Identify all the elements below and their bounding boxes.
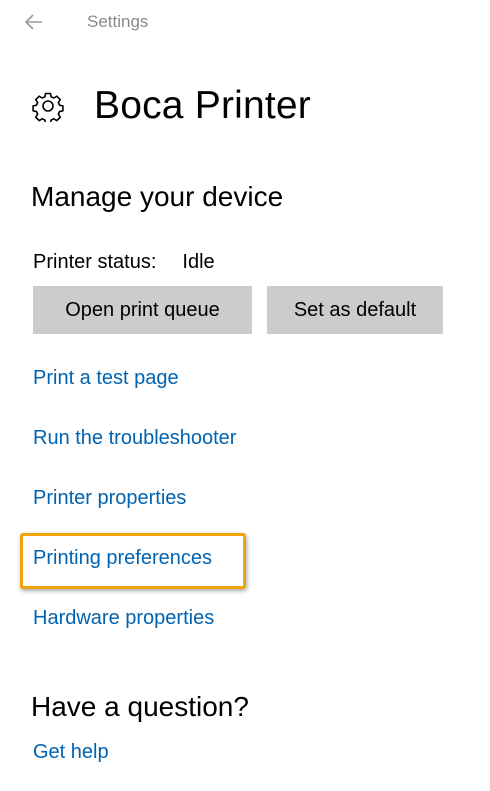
page-header: Boca Printer (31, 80, 311, 132)
title-bar: Settings (0, 0, 490, 44)
printer-properties-link[interactable]: Printer properties (33, 487, 186, 510)
printer-status-row: Printer status: Idle (33, 251, 215, 274)
printer-status-label: Printer status: (33, 251, 157, 273)
back-button[interactable] (20, 8, 48, 36)
get-help-link[interactable]: Get help (33, 741, 109, 764)
print-test-page-link[interactable]: Print a test page (33, 367, 179, 390)
run-troubleshooter-link[interactable]: Run the troubleshooter (33, 427, 236, 450)
manage-device-heading: Manage your device (31, 181, 284, 212)
open-print-queue-button[interactable]: Open print queue (33, 286, 252, 334)
page-title: Boca Printer (94, 84, 311, 127)
printer-status-value: Idle (182, 251, 215, 273)
set-as-default-button[interactable]: Set as default (267, 286, 443, 334)
hardware-properties-link[interactable]: Hardware properties (33, 607, 214, 630)
gear-icon (31, 89, 65, 123)
have-question-heading: Have a question? (31, 691, 249, 722)
arrow-left-icon (24, 14, 42, 30)
printing-preferences-link[interactable]: Printing preferences (33, 547, 212, 570)
app-title: Settings (87, 12, 149, 31)
